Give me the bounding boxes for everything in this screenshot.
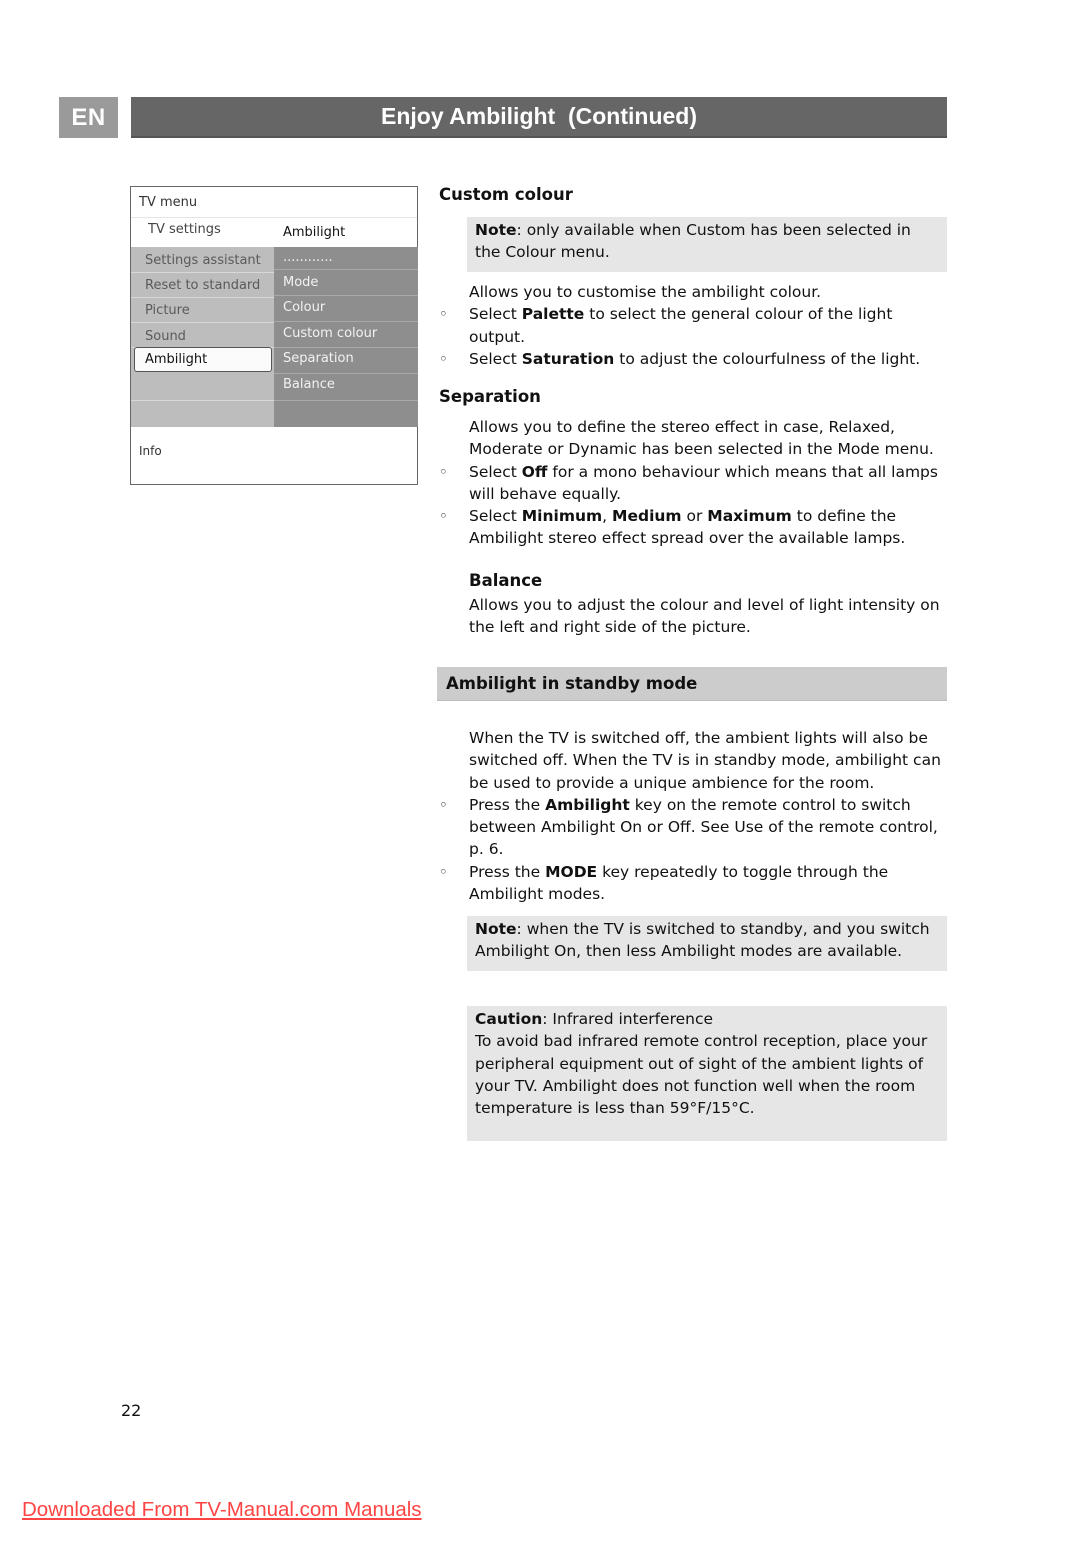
balance-body: Allows you to adjust the colour and leve… (469, 596, 940, 637)
bullet-keyword: Ambilight (545, 795, 630, 814)
custom-colour-intro: Allows you to customise the ambilight co… (469, 283, 822, 301)
heading-custom-colour: Custom colour (439, 185, 573, 204)
page-title: Enjoy Ambilight (Continued) (131, 97, 947, 138)
tv-menu-info: Info (139, 444, 162, 458)
divider (274, 400, 418, 401)
bullet-text: to adjust the colourfulness of the light… (614, 349, 921, 368)
bullet-item: Select Off for a mono behaviour which me… (439, 461, 947, 506)
separation-body: Allows you to define the stereo effect i… (439, 416, 947, 550)
divider (274, 269, 418, 270)
custom-colour-bullets: Select Palette to select the general col… (439, 303, 947, 371)
standby-intro: When the TV is switched off, the ambient… (469, 729, 941, 792)
caution-text: To avoid bad infrared remote control rec… (475, 1032, 928, 1118)
bullet-keyword: Off (521, 462, 548, 481)
divider (274, 321, 418, 322)
tv-submenu-item-balance[interactable]: Balance (283, 377, 335, 392)
heading-separation: Separation (439, 387, 541, 406)
tv-menu-item-reset-to-standard[interactable]: Reset to standard (145, 278, 260, 293)
bullet-keyword: Medium (612, 507, 682, 526)
divider (274, 295, 418, 296)
note-text: : only available when Custom has been se… (475, 221, 911, 262)
tv-menu-item-ambilight-selected[interactable]: Ambilight (134, 347, 272, 372)
tv-submenu-item-separation[interactable]: Separation (283, 351, 354, 366)
tv-menu-left-column: Settings assistant Reset to standard Pic… (131, 247, 274, 427)
page-title-text: Enjoy Ambilight (Continued) (381, 103, 697, 129)
tv-menu-breadcrumb-right: Ambilight (283, 225, 346, 240)
page-number: 22 (121, 1401, 142, 1420)
bullet-keyword: MODE (545, 862, 598, 881)
bullet-item: Select Palette to select the general col… (439, 303, 947, 348)
tv-submenu-item-mode[interactable]: Mode (283, 275, 318, 290)
note-text: : when the TV is switched to standby, an… (475, 920, 930, 961)
bullet-text: Press the (469, 862, 546, 881)
bullet-text: Press the (469, 795, 546, 814)
tv-submenu-item-custom-colour[interactable]: Custom colour (283, 326, 377, 341)
standby-body: When the TV is switched off, the ambient… (439, 727, 947, 906)
bullet-text: , (602, 507, 613, 526)
caution-label: Caution (475, 1010, 543, 1028)
tv-menu-item-picture[interactable]: Picture (145, 303, 190, 318)
caution-subtitle: : Infrared interference (542, 1010, 714, 1028)
divider (131, 322, 274, 323)
tv-menu-breadcrumb-left: TV settings (148, 222, 221, 237)
bullet-keyword: Maximum (707, 507, 792, 526)
custom-colour-body: Allows you to customise the ambilight co… (439, 281, 947, 371)
note-custom-colour: Note: only available when Custom has bee… (467, 217, 947, 272)
divider (274, 347, 418, 348)
heading-balance: Balance (469, 571, 543, 590)
section-bar-standby: Ambilight in standby mode (437, 667, 947, 701)
divider (131, 400, 274, 401)
bullet-text: Select (469, 462, 522, 481)
bullet-item: Press the Ambilight key on the remote co… (439, 794, 947, 861)
bullet-text: or (681, 507, 708, 526)
tv-menu-item-ambilight-label: Ambilight (145, 352, 208, 367)
heading-standby: Ambilight in standby mode (446, 674, 698, 693)
note-label: Note (475, 920, 517, 938)
tv-menu-title: TV menu (139, 195, 198, 210)
separation-bullets: Select Off for a mono behaviour which me… (439, 461, 947, 550)
tv-menu-item-settings-assistant[interactable]: Settings assistant (145, 253, 261, 268)
download-source-link[interactable]: Downloaded From TV-Manual.com Manuals (22, 1498, 422, 1522)
caution-box: Caution: Infrared interference To avoid … (467, 1006, 947, 1141)
standby-bullets: Press the Ambilight key on the remote co… (439, 794, 947, 906)
divider (274, 373, 418, 374)
tv-submenu-item-colour[interactable]: Colour (283, 300, 325, 315)
bullet-text: Select (469, 507, 522, 526)
tv-menu-right-column: ............ Mode Colour Custom colour S… (274, 247, 418, 427)
tv-menu-item-sound[interactable]: Sound (145, 329, 186, 344)
divider (131, 272, 274, 273)
tv-submenu-item-placeholder: ............ (283, 250, 333, 265)
bullet-text: Select (469, 349, 522, 368)
divider (131, 297, 274, 298)
tv-menu-illustration: TV menu TV settings Ambilight Settings a… (130, 186, 418, 485)
bullet-keyword: Saturation (521, 349, 615, 368)
bullet-item: Press the MODE key repeatedly to toggle … (439, 861, 947, 906)
bullet-text: Select (469, 305, 522, 324)
bullet-item: Select Minimum, Medium or Maximum to def… (439, 505, 947, 550)
note-standby: Note: when the TV is switched to standby… (467, 916, 947, 971)
note-label: Note (475, 221, 517, 239)
bullet-item: Select Saturation to adjust the colourfu… (439, 348, 947, 371)
language-badge: EN (59, 97, 118, 138)
bullet-keyword: Palette (521, 305, 585, 324)
divider (131, 217, 417, 218)
bullet-keyword: Minimum (521, 507, 603, 526)
separation-intro: Allows you to define the stereo effect i… (469, 418, 934, 459)
